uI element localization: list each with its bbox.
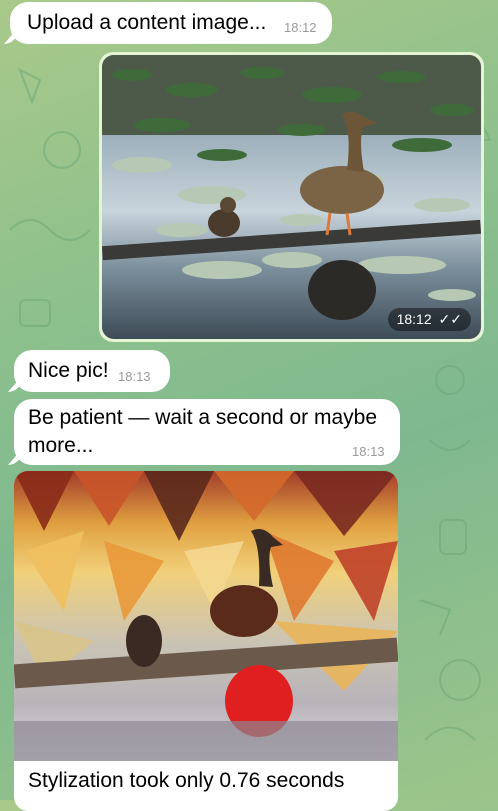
message-patience: Be patient — wait a second or maybe more…	[14, 399, 400, 465]
message-time: 18:12	[284, 20, 317, 35]
message-text-line2: more...	[28, 434, 94, 457]
message-time: 18:13	[352, 444, 385, 459]
double-check-icon: ✓✓	[438, 311, 462, 327]
photo-timestamp: 18:12 ✓✓	[387, 308, 471, 331]
photo-time: 18:12	[396, 311, 432, 327]
message-upload-prompt: Upload a content image... 18:12	[10, 2, 332, 44]
message-nice-pic: Nice pic! 18:13	[14, 350, 170, 392]
duck-photo[interactable]: 18:12 ✓✓	[102, 55, 481, 339]
message-text: Upload a content image...	[27, 11, 267, 34]
result-caption: Stylization took only 0.76 seconds	[28, 769, 345, 792]
sent-photo-message[interactable]: 18:12 ✓✓	[99, 52, 484, 342]
stylized-photo-message[interactable]: Stylization took only 0.76 seconds	[14, 471, 398, 811]
message-text-line1: Be patient — wait a second or maybe	[28, 406, 378, 429]
stylized-photo-drawing	[14, 471, 398, 761]
message-text: Nice pic!	[28, 359, 109, 382]
duck-photo-drawing	[102, 55, 481, 320]
stylized-photo[interactable]	[14, 471, 398, 761]
message-time: 18:13	[118, 369, 151, 384]
